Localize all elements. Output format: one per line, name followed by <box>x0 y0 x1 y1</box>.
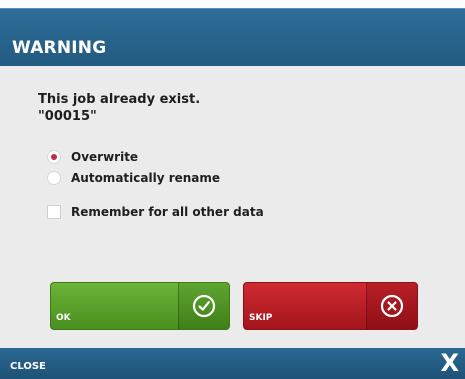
skip-button[interactable]: SKIP <box>243 282 418 330</box>
remember-checkbox-row[interactable]: Remember for all other data <box>47 204 264 220</box>
dialog-header: WARNING <box>0 8 465 67</box>
ok-button-label: OK <box>56 313 71 323</box>
radio-selected-dot <box>51 154 57 160</box>
x-circle-icon <box>380 294 404 318</box>
skip-icon-box <box>366 283 417 329</box>
radio-automatically-rename[interactable]: Automatically rename <box>47 170 220 186</box>
close-label[interactable]: CLOSE <box>10 361 46 372</box>
radio-button-selected[interactable] <box>47 150 61 164</box>
dialog-body: This job already exist. "00015" Overwrit… <box>0 66 465 348</box>
ok-button[interactable]: OK <box>50 282 230 330</box>
job-id-text: "00015" <box>38 109 97 124</box>
dialog-footer: CLOSE X <box>0 348 465 379</box>
check-circle-icon <box>192 294 216 318</box>
radio-overwrite-label[interactable]: Overwrite <box>71 150 138 164</box>
dialog-message: This job already exist. "00015" <box>38 91 200 125</box>
top-strip <box>0 0 465 8</box>
dialog-title: WARNING <box>12 38 107 58</box>
ok-icon-box <box>178 283 229 329</box>
radio-rename-label[interactable]: Automatically rename <box>71 171 220 185</box>
radio-button[interactable] <box>47 171 61 185</box>
remember-checkbox[interactable] <box>47 205 61 219</box>
skip-button-label: SKIP <box>249 313 273 323</box>
warning-dialog: WARNING This job already exist. "00015" … <box>0 0 465 379</box>
remember-checkbox-label[interactable]: Remember for all other data <box>71 205 264 219</box>
message-text: This job already exist. <box>38 92 201 107</box>
close-icon[interactable]: X <box>440 349 459 377</box>
radio-overwrite[interactable]: Overwrite <box>47 149 138 165</box>
